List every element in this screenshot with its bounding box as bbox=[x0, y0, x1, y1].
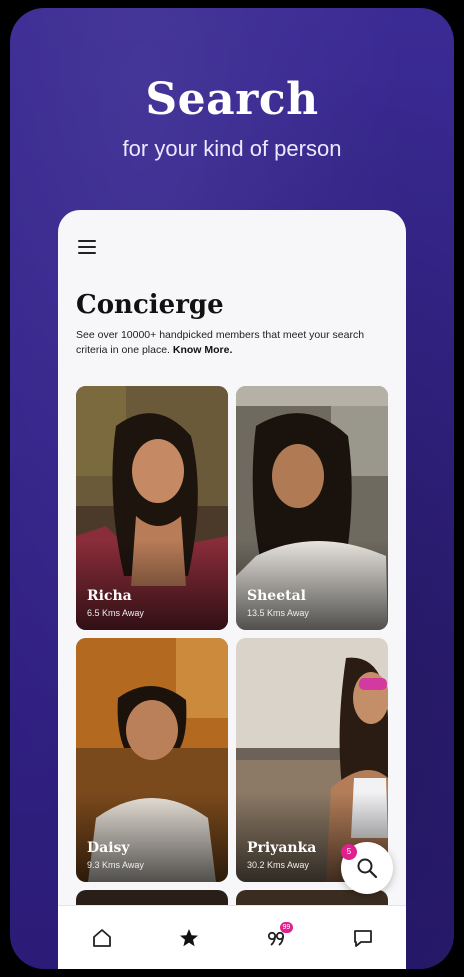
profile-card[interactable]: Daisy 9.3 Kms Away bbox=[76, 638, 228, 882]
hero-title: Search bbox=[145, 74, 319, 125]
home-icon bbox=[92, 929, 111, 947]
search-button[interactable]: 5 bbox=[341, 842, 393, 894]
chat-icon bbox=[353, 930, 372, 947]
page-title: Concierge bbox=[76, 290, 224, 320]
search-badge: 5 bbox=[341, 844, 357, 860]
star-icon bbox=[179, 929, 198, 947]
profile-card[interactable]: Sheetal 13.5 Kms Away bbox=[236, 386, 388, 630]
app-store-banner: Search for your kind of person Concierge… bbox=[10, 8, 454, 969]
profile-card[interactable]: Richa 6.5 Kms Away bbox=[76, 386, 228, 630]
tab-favorites[interactable] bbox=[169, 918, 209, 958]
search-icon bbox=[357, 858, 378, 879]
tab-messages[interactable]: 99 bbox=[256, 918, 296, 958]
profile-distance: 9.3 Kms Away bbox=[87, 860, 144, 870]
tab-chat[interactable] bbox=[343, 918, 383, 958]
hamburger-menu-icon[interactable] bbox=[78, 240, 96, 254]
profile-distance: 6.5 Kms Away bbox=[87, 608, 144, 618]
tab-badge: 99 bbox=[279, 922, 294, 933]
profile-distance: 13.5 Kms Away bbox=[247, 608, 309, 618]
bottom-tab-bar: 99 bbox=[58, 905, 406, 969]
profile-name: Sheetal bbox=[247, 588, 306, 604]
profile-name: Daisy bbox=[87, 840, 130, 856]
hero-subtitle: for your kind of person bbox=[122, 136, 342, 161]
phone-screen: Concierge See over 10000+ handpicked mem… bbox=[58, 210, 406, 969]
profile-distance: 30.2 Kms Away bbox=[247, 860, 309, 870]
know-more-link[interactable]: Know More. bbox=[173, 344, 233, 356]
profile-name: Richa bbox=[87, 588, 132, 604]
profile-name: Priyanka bbox=[247, 840, 317, 856]
page-description: See over 10000+ handpicked members that … bbox=[76, 328, 376, 358]
tab-home[interactable] bbox=[82, 918, 122, 958]
